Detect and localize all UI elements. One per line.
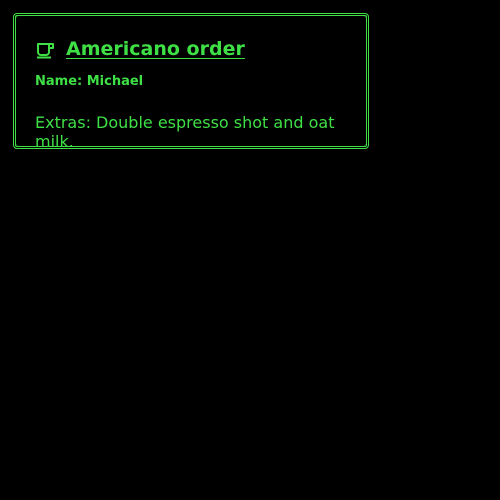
customer-name: Name: Michael <box>35 74 144 89</box>
order-extras: Extras: Double espresso shot and oat mil… <box>35 113 335 151</box>
order-card-header: Americano order <box>35 38 245 60</box>
order-title-link[interactable]: Americano order <box>66 38 245 60</box>
order-card: Americano order Name: Michael Extras: Do… <box>13 13 369 151</box>
coffee-cup-icon <box>35 39 57 59</box>
